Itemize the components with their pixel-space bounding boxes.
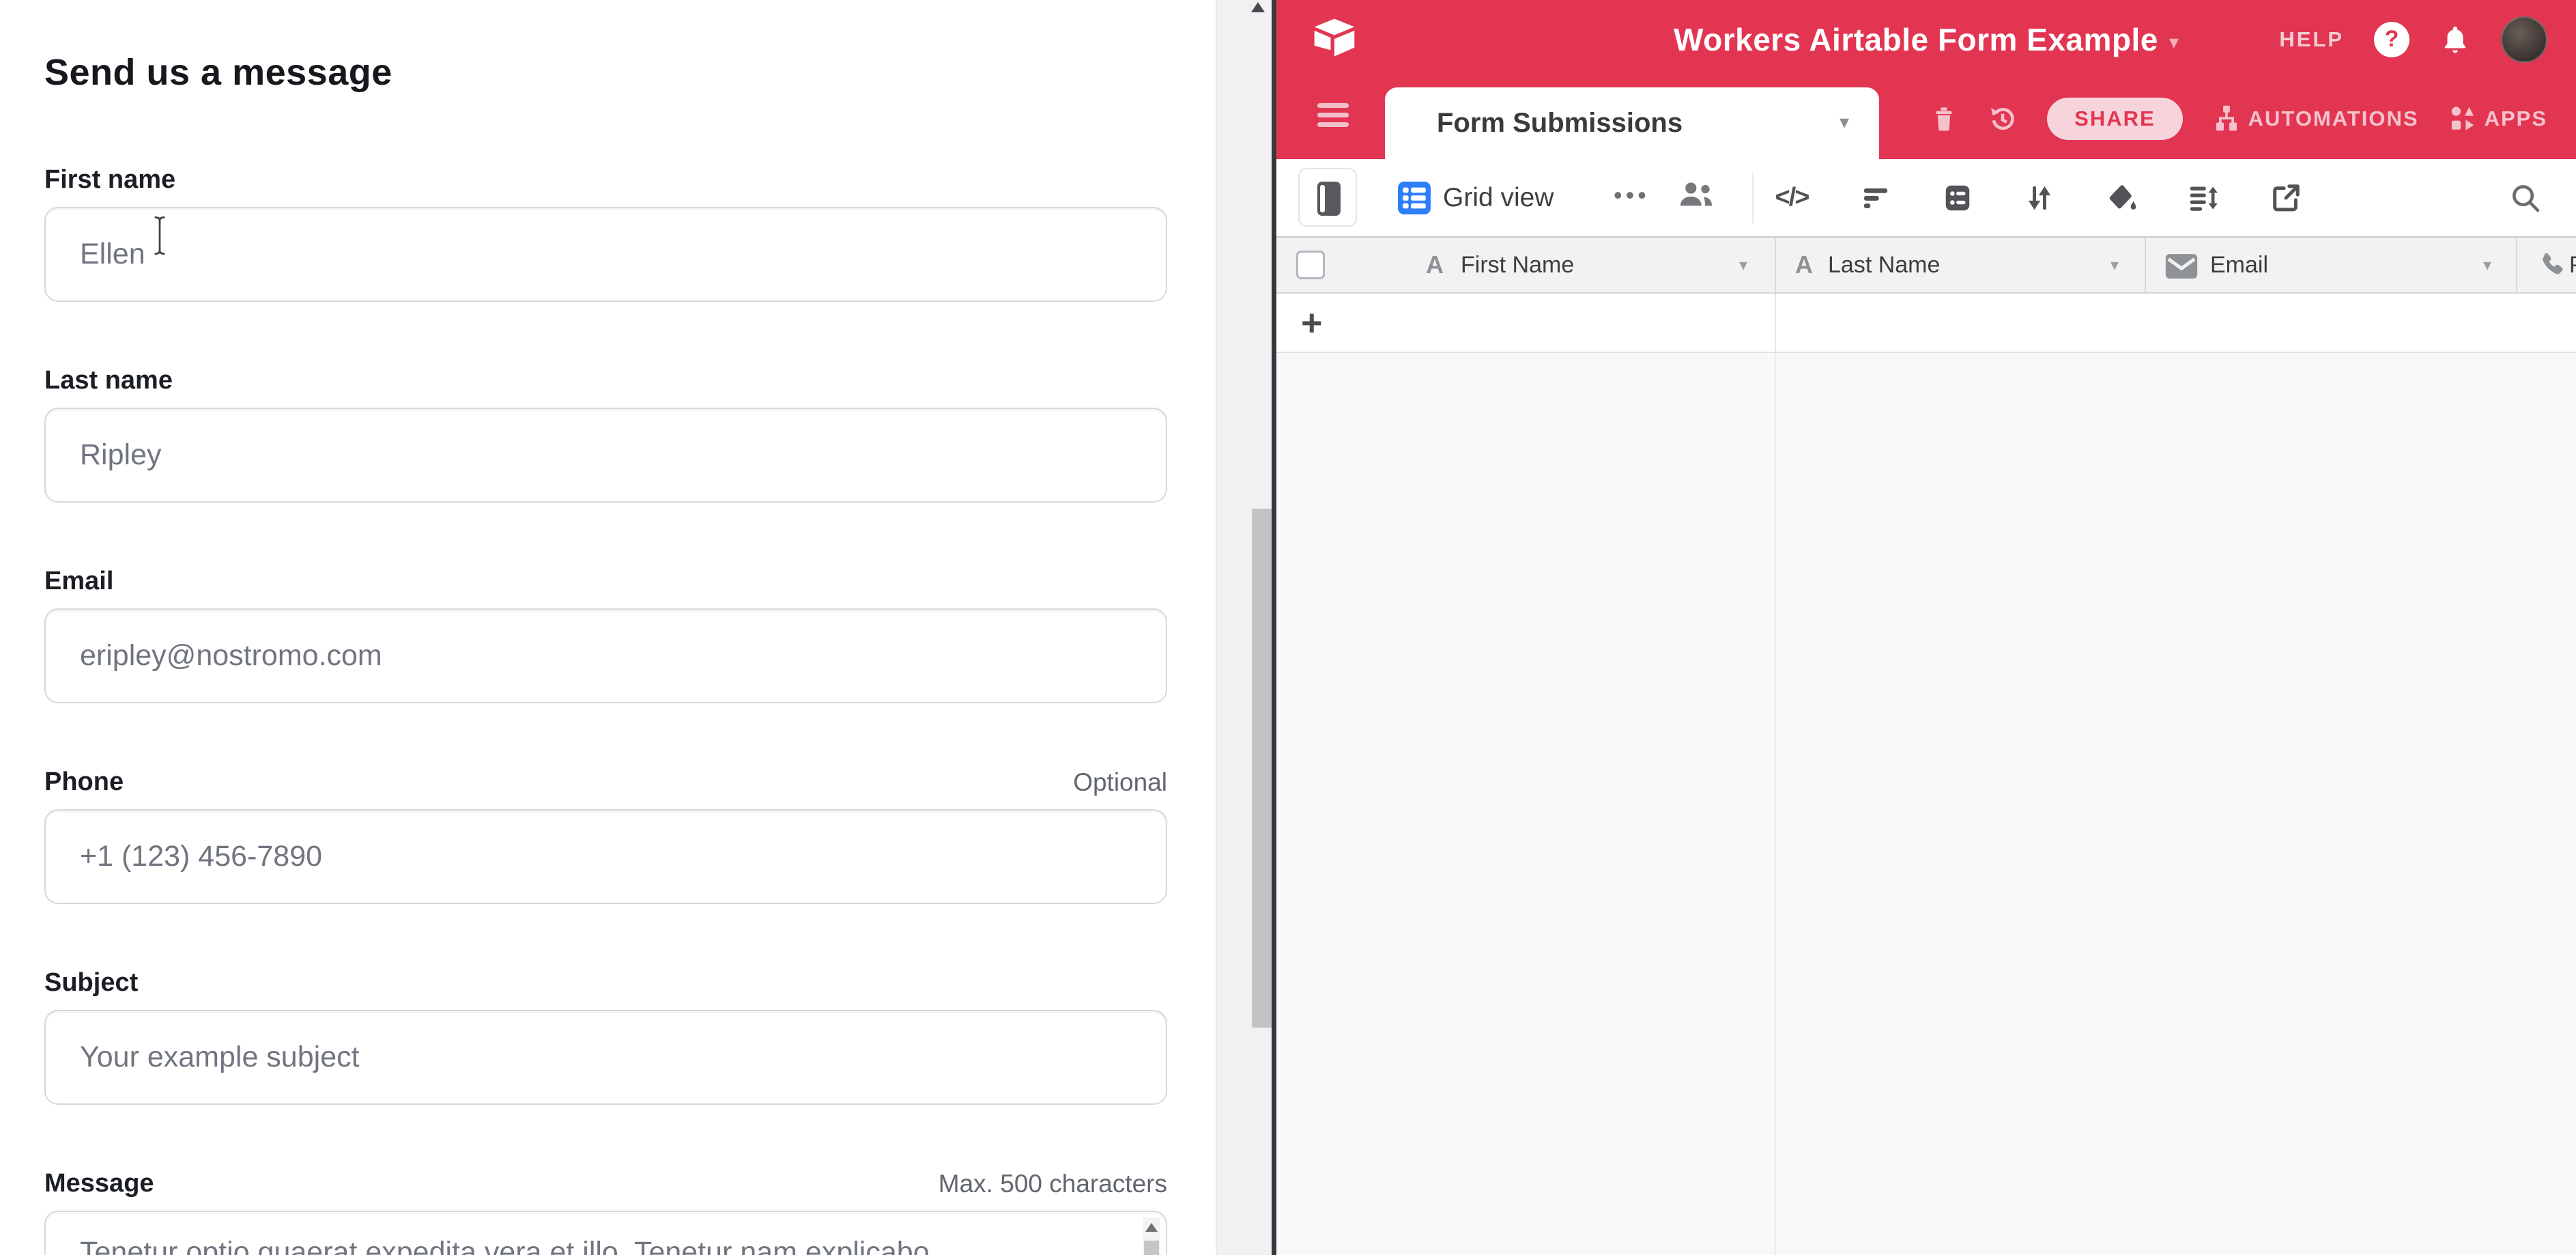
window-split-divider bbox=[1272, 0, 1276, 1255]
email-field-icon bbox=[2164, 253, 2199, 280]
grid-body bbox=[1276, 353, 2576, 1255]
airtable-table-bar: Form Submissions ▾ SHARE bbox=[1276, 79, 2576, 159]
email-field: Email bbox=[44, 563, 1167, 703]
email-label: Email bbox=[44, 567, 113, 596]
table-tab-caret-icon: ▾ bbox=[1840, 111, 1849, 133]
message-scrollbar-up-arrow[interactable] bbox=[1145, 1223, 1158, 1232]
phone-label: Phone bbox=[44, 767, 124, 797]
text-field-icon: A bbox=[1795, 238, 1813, 292]
add-record-row[interactable]: + bbox=[1276, 294, 2576, 353]
message-label: Message bbox=[44, 1169, 154, 1198]
toolbar-divider bbox=[1752, 173, 1754, 223]
trash-icon[interactable] bbox=[1930, 103, 1958, 135]
column-caret-icon[interactable]: ▾ bbox=[2110, 238, 2119, 292]
base-title-caret-icon: ▾ bbox=[2169, 25, 2179, 53]
column-caret-icon[interactable]: ▾ bbox=[2483, 238, 2491, 292]
column-header-first-name[interactable]: First Name bbox=[1461, 238, 1574, 292]
view-toolbar: Grid view ••• </> bbox=[1276, 159, 2576, 236]
column-divider bbox=[1775, 294, 1776, 352]
phone-field: Phone Optional bbox=[44, 764, 1167, 904]
message-maxlength-hint: Max. 500 characters bbox=[939, 1170, 1167, 1198]
phone-field-icon bbox=[2536, 250, 2568, 281]
view-options-dots-icon[interactable]: ••• bbox=[1614, 159, 1650, 231]
view-sidebar-toggle-button[interactable] bbox=[1298, 168, 1357, 227]
column-caret-icon[interactable]: ▾ bbox=[1739, 238, 1747, 292]
subject-field: Subject bbox=[44, 965, 1167, 1105]
help-button[interactable]: HELP bbox=[2279, 27, 2344, 52]
select-all-checkbox[interactable] bbox=[1296, 251, 1325, 279]
table-tab-label: Form Submissions bbox=[1437, 108, 1683, 139]
message-scrollbar[interactable] bbox=[1143, 1217, 1160, 1255]
column-divider[interactable] bbox=[2516, 238, 2517, 292]
scrollbar-thumb[interactable] bbox=[1252, 509, 1272, 1028]
airtable-top-bar: Workers Airtable Form Example ▾ HELP ? bbox=[1276, 0, 2576, 79]
sort-button[interactable] bbox=[2019, 159, 2060, 236]
message-textarea[interactable]: Tenetur optio quaerat expedita vera et i… bbox=[44, 1211, 1167, 1255]
scrollbar-up-arrow[interactable] bbox=[1251, 2, 1265, 12]
message-scrollbar-thumb[interactable] bbox=[1144, 1241, 1159, 1255]
apps-label: APPS bbox=[2485, 107, 2547, 131]
subject-label: Subject bbox=[44, 968, 138, 998]
last-name-field: Last name bbox=[44, 363, 1167, 503]
grid-view-button[interactable]: Grid view bbox=[1398, 159, 1554, 236]
panel-icon bbox=[1317, 182, 1341, 216]
first-name-label: First name bbox=[44, 165, 175, 195]
column-header-last-name[interactable]: Last Name bbox=[1828, 238, 1940, 292]
message-field: Message Max. 500 characters Tenetur opti… bbox=[44, 1166, 1167, 1255]
message-placeholder-text: Tenetur optio quaerat expedita vera et i… bbox=[80, 1234, 1104, 1255]
subject-input[interactable] bbox=[44, 1010, 1167, 1105]
contact-form: Send us a message First name Last name E… bbox=[44, 51, 1167, 1255]
user-avatar[interactable] bbox=[2501, 16, 2547, 63]
search-icon[interactable] bbox=[2505, 159, 2546, 236]
first-name-field: First name bbox=[44, 162, 1167, 302]
last-name-label: Last name bbox=[44, 366, 173, 395]
column-divider[interactable] bbox=[2145, 238, 2146, 292]
share-view-button[interactable] bbox=[2265, 159, 2306, 236]
form-heading: Send us a message bbox=[44, 51, 1167, 94]
help-question-icon[interactable]: ? bbox=[2374, 22, 2409, 57]
group-button[interactable] bbox=[1937, 159, 1978, 236]
screenshot-stage: Send us a message First name Last name E… bbox=[0, 0, 2576, 1255]
first-name-input[interactable] bbox=[44, 207, 1167, 302]
filter-button[interactable] bbox=[1855, 159, 1896, 236]
contact-form-pane: Send us a message First name Last name E… bbox=[0, 0, 1216, 1255]
automations-label: AUTOMATIONS bbox=[2248, 107, 2419, 131]
phone-input[interactable] bbox=[44, 809, 1167, 904]
collaborators-icon[interactable] bbox=[1678, 180, 1715, 208]
apps-button[interactable]: APPS bbox=[2448, 104, 2547, 134]
base-title: Workers Airtable Form Example bbox=[1674, 21, 2158, 58]
share-button[interactable]: SHARE bbox=[2047, 98, 2183, 140]
last-name-input[interactable] bbox=[44, 408, 1167, 503]
text-field-icon: A bbox=[1426, 238, 1444, 292]
email-input[interactable] bbox=[44, 608, 1167, 703]
column-divider[interactable] bbox=[1775, 238, 1776, 292]
left-pane-scrollbar[interactable] bbox=[1216, 0, 1272, 1255]
revision-history-icon[interactable] bbox=[1987, 103, 2018, 135]
hide-fields-button[interactable]: </> bbox=[1771, 159, 1812, 236]
column-header-email[interactable]: Email bbox=[2210, 238, 2268, 292]
grid-header-row: A First Name ▾ A Last Name ▾ Email ▾ bbox=[1276, 236, 2576, 294]
add-record-plus-icon[interactable]: + bbox=[1301, 294, 1323, 352]
automations-button[interactable]: AUTOMATIONS bbox=[2212, 104, 2419, 134]
column-header-phone[interactable]: Phone bbox=[2569, 238, 2576, 292]
airtable-pane: Workers Airtable Form Example ▾ HELP ? bbox=[1276, 0, 2576, 1255]
table-tab-form-submissions[interactable]: Form Submissions ▾ bbox=[1385, 87, 1879, 159]
sidebar-menu-icon[interactable] bbox=[1317, 103, 1349, 127]
text-cursor-pointer bbox=[150, 214, 169, 257]
column-divider bbox=[1775, 353, 1776, 1255]
notifications-bell-icon[interactable] bbox=[2439, 24, 2471, 55]
row-height-button[interactable] bbox=[2182, 159, 2223, 236]
phone-optional-hint: Optional bbox=[1073, 768, 1167, 797]
view-name: Grid view bbox=[1443, 183, 1554, 213]
color-button[interactable] bbox=[2102, 159, 2143, 236]
